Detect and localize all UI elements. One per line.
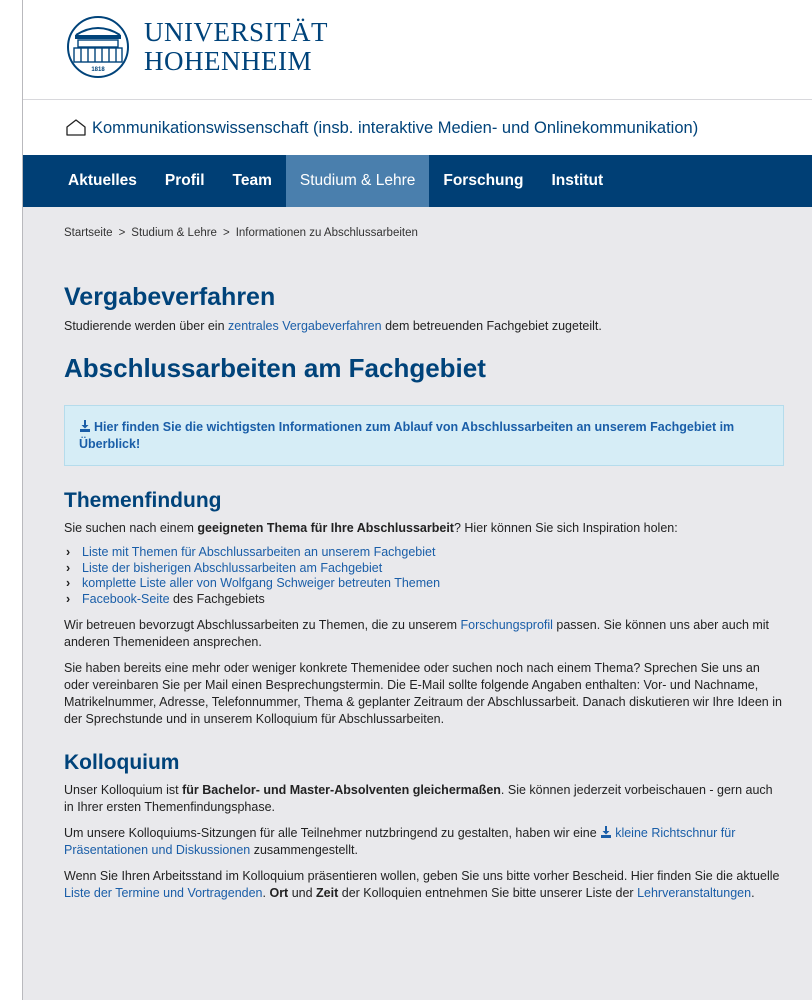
link-zentrales-vergabeverfahren[interactable]: zentrales Vergabeverfahren	[228, 319, 382, 333]
nav-item-aktuelles[interactable]: Aktuelles	[54, 155, 151, 207]
link-lehrveranstaltungen[interactable]: Lehrveranstaltungen	[637, 886, 751, 900]
institute-link[interactable]: Kommunikationswissenschaft (insb. intera…	[92, 119, 698, 138]
chevron-right-icon: ›	[66, 591, 71, 606]
breadcrumb-separator: >	[118, 227, 126, 239]
breadcrumb-studium-lehre[interactable]: Studium & Lehre	[131, 227, 217, 239]
list-item: › Facebook-Seite des Fachgebiets	[66, 591, 265, 606]
breadcrumb-separator: >	[222, 227, 230, 239]
vergabe-text: Studierende werden über ein zentrales Ve…	[64, 319, 602, 333]
link-termine-vortragende[interactable]: Liste der Termine und Vortragenden	[64, 886, 263, 900]
site-header: 1818 UNIVERSITÄT HOHENHEIM	[22, 0, 812, 100]
main-content: Vergabeverfahren Studierende werden über…	[64, 282, 784, 902]
themen-paragraph-3: Sie haben bereits eine mehr oder weniger…	[64, 661, 782, 726]
main-navigation: Aktuelles Profil Team Studium & Lehre Fo…	[22, 155, 812, 207]
heading-kolloquium: Kolloquium	[64, 751, 180, 774]
breadcrumb-startseite[interactable]: Startseite	[64, 227, 113, 239]
kolloquium-paragraph-3: Wenn Sie Ihren Arbeitsstand im Kolloquiu…	[64, 869, 780, 900]
link-bisherige-arbeiten[interactable]: Liste der bisherigen Abschlussarbeiten a…	[82, 561, 382, 575]
info-box: Hier finden Sie die wichtigsten Informat…	[64, 405, 784, 466]
link-komplette-liste[interactable]: komplette Liste aller von Wolfgang Schwe…	[82, 576, 440, 590]
nav-item-institut[interactable]: Institut	[537, 155, 617, 207]
list-item: › komplette Liste aller von Wolfgang Schw…	[64, 576, 784, 592]
university-name-line1: UNIVERSITÄT	[144, 17, 328, 47]
home-icon[interactable]	[66, 119, 86, 136]
chevron-right-icon: ›	[66, 545, 71, 559]
chevron-right-icon: ›	[66, 560, 71, 575]
university-name: UNIVERSITÄT HOHENHEIM	[144, 18, 328, 76]
nav-item-forschung[interactable]: Forschung	[429, 155, 537, 207]
themen-intro: Sie suchen nach einem geeigneten Thema f…	[64, 521, 678, 535]
nav-item-profil[interactable]: Profil	[151, 155, 219, 207]
university-logo[interactable]: 1818 UNIVERSITÄT HOHENHEIM	[62, 15, 328, 79]
heading-abschlussarbeiten: Abschlussarbeiten am Fachgebiet	[64, 353, 486, 383]
kolloquium-paragraph-1: Unser Kolloquium ist für Bachelor- und M…	[64, 783, 773, 814]
themen-link-list: › Liste mit Themen für Abschlussarbeiten …	[64, 545, 784, 607]
link-forschungsprofil[interactable]: Forschungsprofil	[461, 618, 553, 632]
logo-year: 1818	[91, 67, 105, 73]
list-item: › Liste mit Themen für Abschlussarbeiten …	[64, 545, 784, 561]
breadcrumb: Startseite > Studium & Lehre > Informationen…	[64, 227, 418, 239]
list-item: › Liste der bisherigen Abschlussarbeiten …	[64, 561, 784, 577]
breadcrumb-current: Informationen zu Abschlussarbeiten	[235, 227, 418, 239]
themen-paragraph-2: Wir betreuen bevorzugt Abschlussarbeiten…	[64, 618, 770, 649]
nav-item-team[interactable]: Team	[219, 155, 286, 207]
page: 1818 UNIVERSITÄT HOHENHEIM Kommunikation…	[22, 0, 812, 1000]
window-left-margin	[0, 0, 22, 1000]
university-building-icon: 1818	[67, 16, 129, 78]
link-facebook-seite[interactable]: Facebook-Seite	[82, 592, 170, 606]
institute-bar: Kommunikationswissenschaft (insb. intera…	[22, 100, 812, 155]
nav-item-studium-lehre[interactable]: Studium & Lehre	[285, 155, 430, 207]
university-name-line2: HOHENHEIM	[144, 46, 312, 76]
kolloquium-paragraph-2: Um unsere Kolloquiums-Sitzungen für alle…	[64, 826, 736, 857]
heading-themenfindung: Themenfindung	[64, 489, 222, 512]
window-border	[22, 0, 23, 1000]
link-themenliste[interactable]: Liste mit Themen für Abschlussarbeiten a…	[82, 545, 435, 559]
chevron-right-icon: ›	[66, 576, 71, 590]
download-icon	[601, 826, 612, 838]
link-hier[interactable]: Hier	[94, 420, 118, 434]
heading-vergabeverfahren: Vergabeverfahren	[64, 283, 276, 311]
download-icon	[80, 420, 90, 432]
